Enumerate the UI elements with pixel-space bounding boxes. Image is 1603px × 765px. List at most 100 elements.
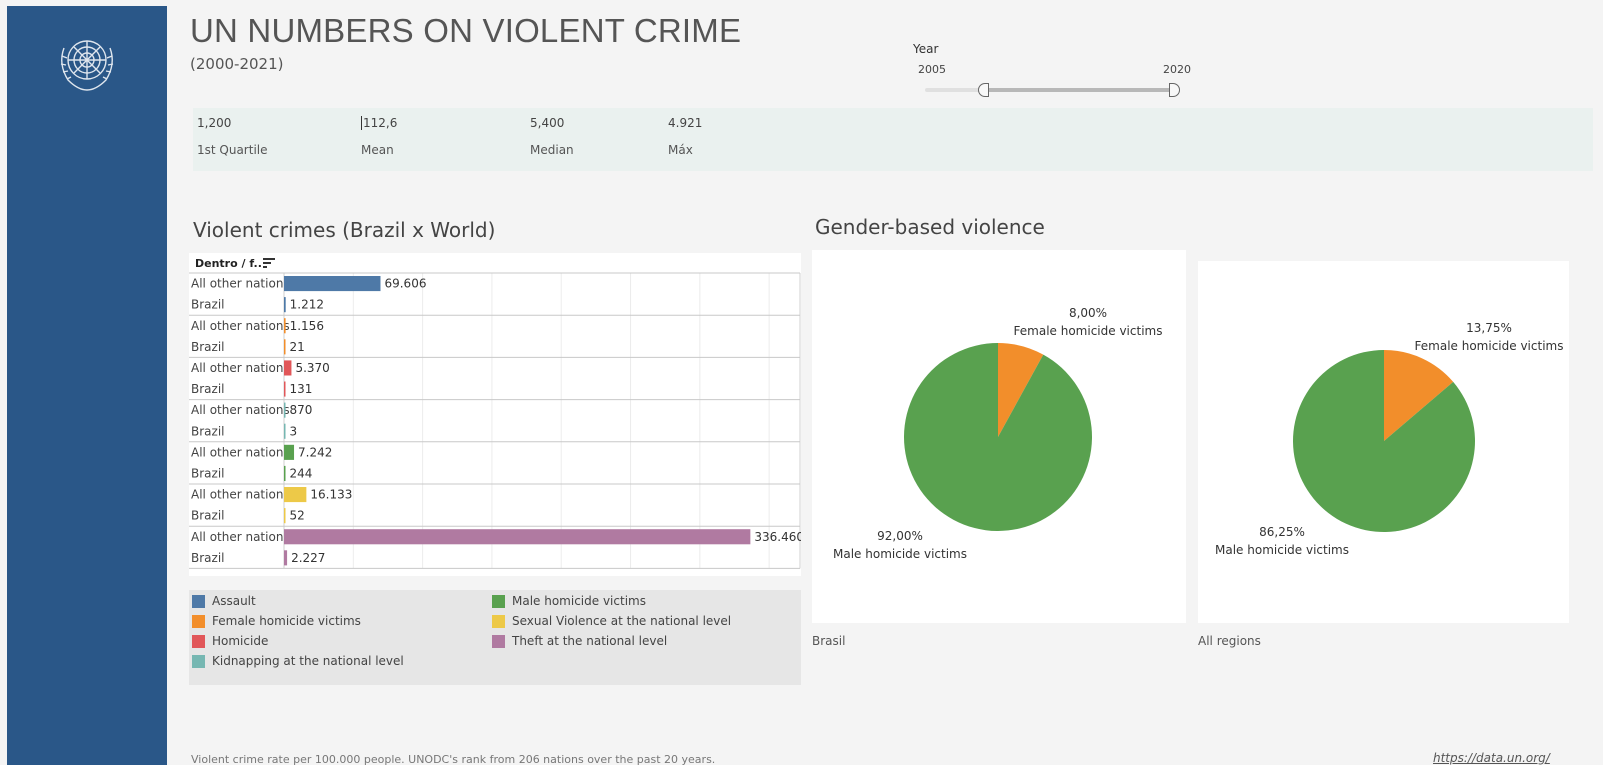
pie-percent-label: 13,75% <box>1466 321 1512 335</box>
year-slider-start-handle[interactable] <box>978 83 989 97</box>
bar <box>284 381 286 397</box>
bar-value-label: 52 <box>290 509 305 523</box>
sidebar <box>7 6 167 765</box>
row-label: All other nations <box>191 488 290 502</box>
bar-value-label: 3 <box>290 424 298 438</box>
bar <box>284 360 292 376</box>
stat-label: Median <box>530 143 574 157</box>
legend-item-female-homicide[interactable]: Female homicide victims <box>192 613 361 629</box>
stat-value: 1,200 <box>197 116 232 130</box>
legend-item-male-homicide[interactable]: Male homicide victims <box>492 593 646 609</box>
bar-value-label: 131 <box>290 382 313 396</box>
bar-chart-title: Violent crimes (Brazil x World) <box>193 218 496 242</box>
year-filter-label: Year <box>913 42 939 56</box>
stat-label: 1st Quartile <box>197 143 268 157</box>
pie-slice <box>904 343 1092 531</box>
year-slider-end-handle[interactable] <box>1169 83 1180 97</box>
pie-chart-all-regions: 13,75% Female homicide victims 86,25% Male … <box>1198 261 1569 623</box>
bar <box>284 529 751 545</box>
pie-slice-label: Female homicide victims <box>1014 324 1163 338</box>
legend-swatch <box>492 634 505 648</box>
pie-caption-all-regions: All regions <box>1198 634 1261 648</box>
legend-label: Male homicide victims <box>512 594 646 608</box>
bar <box>284 508 286 524</box>
legend-swatch <box>492 594 505 608</box>
legend-item-assault[interactable]: Assault <box>192 593 256 609</box>
year-start-value: 2005 <box>918 63 946 76</box>
row-label: All other nations <box>191 319 290 333</box>
legend-swatch <box>492 614 505 628</box>
bar-value-label: 870 <box>290 403 313 417</box>
year-end-value: 2020 <box>1163 63 1191 76</box>
bar <box>284 423 286 439</box>
legend-swatch <box>192 634 205 648</box>
bar-chart-svg: All other nations 69.606Brazil 1.212All ot… <box>189 272 801 569</box>
bar <box>284 465 286 481</box>
bar-value-label: 69.606 <box>384 277 426 291</box>
legend-item-kidnapping[interactable]: Kidnapping at the national level <box>192 653 404 669</box>
violent-crimes-bar-chart: All other nations 69.606 Brazil 1.212 All ot… <box>189 253 801 576</box>
row-label: Brazil <box>191 382 225 396</box>
summary-stats: 1,200 1st Quartile 112,6 Mean 5,400 Medi… <box>193 108 1593 171</box>
row-label: All other nations <box>191 361 290 375</box>
row-label: Brazil <box>191 298 225 312</box>
page-subtitle: (2000-2021) <box>190 55 284 73</box>
bar <box>284 402 286 418</box>
un-emblem-icon <box>60 40 114 91</box>
row-label: All other nations <box>191 403 290 417</box>
bar-chart-header[interactable]: Dentro / f.. <box>195 257 262 270</box>
year-slider-range <box>983 88 1175 92</box>
legend-label: Kidnapping at the national level <box>212 654 404 668</box>
pie-chart-brasil: 8,00% Female homicide victims 92,00% Male h… <box>812 250 1186 623</box>
bar <box>284 276 381 292</box>
legend-swatch <box>192 614 205 628</box>
bar <box>284 487 307 503</box>
bar-value-label: 2.227 <box>291 551 325 565</box>
stat-label: Máx <box>668 143 693 157</box>
footer-note: Violent crime rate per 100.000 people. U… <box>191 753 716 765</box>
row-label: Brazil <box>191 340 225 354</box>
page-title: UN NUMBERS ON VIOLENT CRIME <box>190 12 742 49</box>
legend-swatch <box>192 654 205 668</box>
legend-label: Female homicide victims <box>212 614 361 628</box>
data-source-link[interactable]: https://data.un.org/ <box>1433 751 1550 765</box>
row-label: Brazil <box>191 551 225 565</box>
stat-value: 112,6 <box>361 116 398 130</box>
legend: Assault Female homicide victims Homicide… <box>189 590 801 685</box>
row-label: Brazil <box>191 424 225 438</box>
stat-label: Mean <box>361 143 394 157</box>
bar <box>284 444 295 460</box>
bar-value-label: 5.370 <box>295 361 329 375</box>
row-label: All other nations <box>191 445 290 459</box>
legend-item-sexual-violence[interactable]: Sexual Violence at the national level <box>492 613 731 629</box>
pie-percent-label: 8,00% <box>1069 306 1107 320</box>
bar <box>284 297 286 313</box>
pie-caption-brasil: Brasil <box>812 634 846 648</box>
sort-icon[interactable] <box>263 258 275 268</box>
row-label: Brazil <box>191 509 225 523</box>
bar-value-label: 21 <box>290 340 305 354</box>
pie-chart-brasil-svg: 8,00% Female homicide victims 92,00% Male h… <box>833 306 1163 561</box>
bar <box>284 339 286 355</box>
legend-item-homicide[interactable]: Homicide <box>192 633 268 649</box>
pie-slice-label: Male homicide victims <box>833 547 967 561</box>
bar <box>284 550 288 566</box>
row-label: Brazil <box>191 466 225 480</box>
pie-slice-label: Female homicide victims <box>1415 339 1564 353</box>
pie-percent-label: 92,00% <box>877 529 923 543</box>
legend-item-theft[interactable]: Theft at the national level <box>492 633 667 649</box>
legend-label: Theft at the national level <box>512 634 668 648</box>
pie-chart-all-regions-svg: 13,75% Female homicide victims 86,25% Male … <box>1215 321 1564 557</box>
bar-value-label: 16.133 <box>310 488 352 502</box>
bar-value-label: 336.460 <box>754 530 801 544</box>
bar-value-label: 244 <box>290 466 313 480</box>
bar <box>284 318 286 334</box>
stat-value: 4.921 <box>668 116 703 130</box>
bar-value-label: 1.212 <box>290 298 324 312</box>
gender-chart-title: Gender-based violence <box>815 215 1045 239</box>
row-label: All other nations <box>191 277 290 291</box>
legend-label: Homicide <box>212 634 269 648</box>
pie-percent-label: 86,25% <box>1259 525 1305 539</box>
legend-label: Sexual Violence at the national level <box>512 614 732 628</box>
legend-label: Assault <box>212 594 256 608</box>
